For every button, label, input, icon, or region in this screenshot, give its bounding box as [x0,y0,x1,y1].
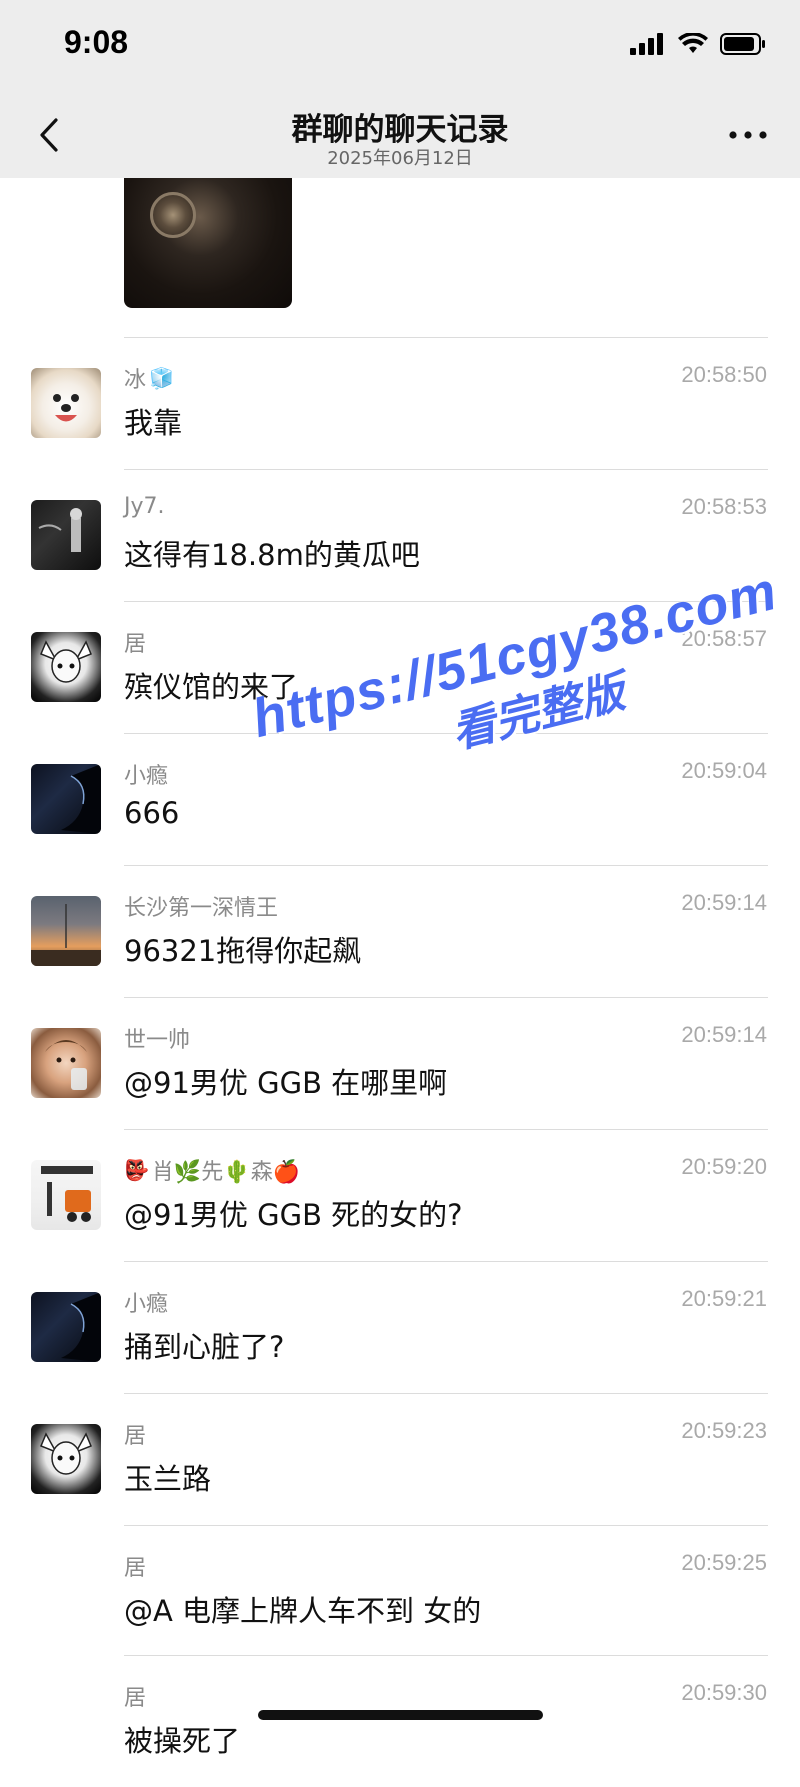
message-time: 20:58:53 [681,494,767,519]
message-row[interactable]: 居 20:59:25 @A 电摩上牌人车不到 女的 [0,1526,800,1657]
message-time: 20:58:57 [681,626,767,651]
avatar[interactable] [31,896,101,966]
sender-name: 小瘾 [124,1292,169,1317]
message-text: 殡仪馆的来了 [124,670,299,704]
message-time: 20:59:14 [681,890,767,915]
sender-name: 居 [124,1424,147,1449]
message-row[interactable]: 居 20:58:57 殡仪馆的来了 [0,602,800,733]
cellular-signal-icon [630,33,663,55]
message-text: 捅到心脏了? [124,1330,285,1364]
avatar[interactable] [31,764,101,834]
anime-avatar-icon [40,1432,92,1475]
avatar[interactable] [31,1292,101,1362]
avatar[interactable] [31,368,101,438]
message-time: 20:59:30 [681,1680,767,1705]
more-button[interactable] [718,110,778,160]
message-text: @91男优 GGB 死的女的? [124,1198,463,1232]
sender-name: 冰 🧊 [124,362,174,394]
stage-avatar-icon [38,508,82,552]
message-time: 20:59:23 [681,1418,767,1443]
status-bar: 9:08 [0,0,800,92]
sender-name: 长沙第一深情王 [124,896,279,921]
message-text: @A 电摩上牌人车不到 女的 [124,1594,482,1628]
forklift-mast [47,1182,52,1216]
sunset-avatar-icon [31,904,101,966]
wifi-icon [678,33,708,53]
sender-name: 居 [124,632,147,657]
message-row[interactable]: 长沙第一深情王 20:59:14 96321拖得你起飙 [0,866,800,997]
avatar[interactable] [31,1160,101,1230]
message-text: 666 [124,796,180,830]
sender-name: Jy7. [124,494,165,519]
status-icons [630,33,766,55]
thumbnail-wheel [150,192,196,238]
nav-bar: 群聊的聊天记录 2025年06月12日 [0,92,800,178]
dog-avatar-icon [53,394,79,422]
message-text: @91男优 GGB 在哪里啊 [124,1066,448,1100]
sender-name: 👺 肖🌿先🌵森🍎 [124,1154,300,1186]
message-row[interactable]: 小瘾 20:59:04 666 [0,734,800,865]
message-row[interactable]: Jy7. 20:58:53 这得有18.8m的黄瓜吧 [0,470,800,601]
avatar[interactable] [31,500,101,570]
message-text: 玉兰路 [124,1462,212,1496]
silhouette-avatar-icon [61,1292,101,1362]
message-time: 20:58:50 [681,362,767,387]
message-row[interactable]: 小瘾 20:59:21 捅到心脏了? [0,1262,800,1393]
sender-label: 肖🌿先🌵森🍎 [151,1160,301,1185]
sender-label: 冰 [124,368,147,393]
sender-name: 居 [124,1556,147,1581]
message-text: 这得有18.8m的黄瓜吧 [124,538,420,572]
forklift-icon [65,1190,91,1212]
battery-icon [720,33,765,55]
forklift-wheel [67,1212,77,1222]
boy-avatar-icon [45,1040,87,1090]
sender-name: 居 [124,1686,147,1711]
message-row[interactable]: 冰 🧊 20:58:50 我靠 [0,338,800,469]
page-title: 群聊的聊天记录 [291,112,509,148]
message-time: 20:59:21 [681,1286,767,1311]
message-row[interactable]: 👺 肖🌿先🌵森🍎 20:59:20 @91男优 GGB 死的女的? [0,1130,800,1261]
message-time: 20:59:20 [681,1154,767,1179]
silhouette-avatar-icon [61,764,101,834]
sender-name: 世一帅 [124,1028,191,1053]
message-time: 20:59:25 [681,1550,767,1575]
message-text: 我靠 [124,406,183,440]
sender-name: 小瘾 [124,764,169,789]
image-message-thumbnail[interactable] [124,178,292,308]
message-time: 20:59:04 [681,758,767,783]
mask-emoji-icon: 👺 [124,1158,149,1182]
message-row[interactable]: 世一帅 20:59:14 @91男优 GGB 在哪里啊 [0,998,800,1129]
message-text: 被操死了 [124,1724,241,1758]
home-indicator[interactable] [258,1710,543,1720]
message-text: 96321拖得你起飙 [124,934,362,968]
forklift-sign [41,1166,93,1174]
page-date: 2025年06月12日 [327,148,473,169]
ice-emoji-icon: 🧊 [149,366,174,390]
forklift-wheel [81,1212,91,1222]
anime-avatar-icon [40,640,92,683]
avatar[interactable] [31,1424,101,1494]
avatar[interactable] [31,1028,101,1098]
message-time: 20:59:14 [681,1022,767,1047]
message-row[interactable]: 居 20:59:23 玉兰路 [0,1394,800,1525]
avatar[interactable] [31,632,101,702]
status-time: 9:08 [64,24,129,60]
message-row[interactable]: 居 20:59:30 被操死了 [0,1656,800,1787]
more-dots-icon [729,131,767,139]
